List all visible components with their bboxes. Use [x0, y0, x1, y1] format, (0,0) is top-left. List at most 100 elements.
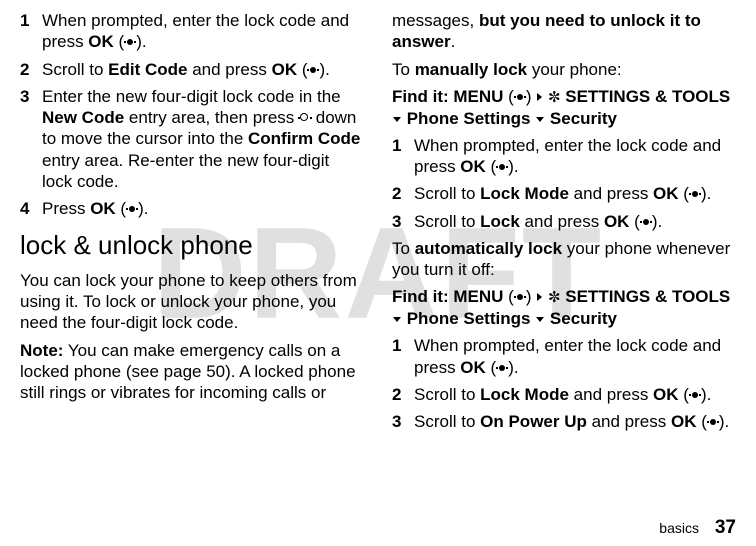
lock-mode-label: Lock Mode: [480, 184, 569, 203]
text: Scroll to: [414, 412, 480, 431]
step-text: Scroll to Edit Code and press OK ().: [42, 59, 364, 80]
phone-settings-label: Phone Settings: [402, 309, 535, 328]
paragraph: To manually lock your phone:: [392, 59, 736, 80]
paren: (: [503, 87, 513, 106]
new-code-label: New Code: [42, 108, 124, 127]
paren: ).: [508, 157, 518, 176]
step-3: 3 Enter the new four-digit lock code in …: [20, 86, 364, 192]
arrow-down-icon: [536, 317, 544, 322]
step-number: 1: [392, 135, 414, 178]
ok-label: OK: [671, 412, 697, 431]
ok-label: OK: [460, 358, 486, 377]
paren: (: [114, 32, 124, 51]
step-number: 3: [392, 211, 414, 232]
step-1: 1 When prompted, enter the lock code and…: [392, 335, 736, 378]
text: Scroll to: [42, 60, 108, 79]
center-key-icon: [496, 161, 508, 173]
text: .: [451, 32, 456, 51]
paren: ).: [138, 199, 148, 218]
ok-label: OK: [460, 157, 486, 176]
step-text: Scroll to On Power Up and press OK ().: [414, 411, 736, 432]
center-key-icon: [496, 362, 508, 374]
page-footer: basics 37: [659, 516, 736, 540]
step-number: 1: [20, 10, 42, 53]
find-it-path: Find it: MENU () ✼ SETTINGS & TOOLS Phon…: [392, 286, 736, 329]
paren: (: [503, 287, 513, 306]
step-2: 2 Scroll to Lock Mode and press OK ().: [392, 384, 736, 405]
paren: (: [629, 212, 639, 231]
ok-label: OK: [272, 60, 298, 79]
bold-text: manually lock: [415, 60, 527, 79]
text: entry area. Re-enter the new four-digit …: [42, 151, 329, 191]
step-text: Scroll to Lock Mode and press OK ().: [414, 183, 736, 204]
step-number: 4: [20, 198, 42, 219]
paren: (: [696, 412, 706, 431]
center-key-icon: [689, 188, 701, 200]
security-label: Security: [545, 309, 617, 328]
lock-label: Lock: [480, 212, 520, 231]
text: your phone:: [527, 60, 622, 79]
text: Enter the new four-digit lock code in th…: [42, 87, 341, 106]
center-key-icon: [514, 91, 526, 103]
step-1: 1 When prompted, enter the lock code and…: [20, 10, 364, 53]
text: To: [392, 239, 415, 258]
paragraph: You can lock your phone to keep others f…: [20, 270, 364, 334]
step-3: 3 Scroll to On Power Up and press OK ().: [392, 411, 736, 432]
left-column: 1 When prompted, enter the lock code and…: [20, 10, 364, 438]
center-key-icon: [707, 416, 719, 428]
section-name: basics: [659, 520, 699, 536]
confirm-code-label: Confirm Code: [248, 129, 360, 148]
step-number: 3: [20, 86, 42, 192]
ok-label: OK: [90, 199, 116, 218]
step-number: 2: [20, 59, 42, 80]
note-label: Note:: [20, 341, 63, 360]
step-2: 2 Scroll to Lock Mode and press OK ().: [392, 183, 736, 204]
step-number: 2: [392, 183, 414, 204]
tools-icon: ✼: [548, 289, 561, 308]
paragraph: To automatically lock your phone wheneve…: [392, 238, 736, 281]
arrow-right-icon: [537, 293, 542, 301]
security-label: Security: [545, 109, 617, 128]
step-text: Scroll to Lock Mode and press OK ().: [414, 384, 736, 405]
step-number: 3: [392, 411, 414, 432]
paren: (: [116, 199, 126, 218]
text: and press: [569, 184, 653, 203]
text: Scroll to: [414, 184, 480, 203]
bold-text: automatically lock: [415, 239, 562, 258]
center-key-icon: [689, 389, 701, 401]
step-4: 4 Press OK ().: [20, 198, 364, 219]
text: and press: [187, 60, 271, 79]
text: entry area, then press: [124, 108, 299, 127]
center-key-icon: [640, 216, 652, 228]
paren: ).: [652, 212, 662, 231]
text: To: [392, 60, 415, 79]
paren: (: [486, 358, 496, 377]
step-1: 1 When prompted, enter the lock code and…: [392, 135, 736, 178]
step-text: When prompted, enter the lock code and p…: [414, 335, 736, 378]
step-text: Press OK ().: [42, 198, 364, 219]
lock-mode-label: Lock Mode: [480, 385, 569, 404]
step-text: When prompted, enter the lock code and p…: [414, 135, 736, 178]
text: Scroll to: [414, 212, 480, 231]
center-key-icon: [307, 64, 319, 76]
ok-label: OK: [604, 212, 630, 231]
text: and press: [569, 385, 653, 404]
arrow-down-icon: [536, 117, 544, 122]
step-text: Enter the new four-digit lock code in th…: [42, 86, 364, 192]
text: Scroll to: [414, 385, 480, 404]
paren: ).: [136, 32, 146, 51]
step-number: 1: [392, 335, 414, 378]
edit-code-label: Edit Code: [108, 60, 187, 79]
paren: ).: [701, 385, 711, 404]
paren: ).: [319, 60, 329, 79]
paren: ): [526, 287, 536, 306]
paren: (: [679, 184, 689, 203]
paren: (: [679, 385, 689, 404]
menu-label: MENU: [453, 87, 503, 106]
find-it-label: Find it:: [392, 87, 453, 106]
ok-label: OK: [653, 184, 679, 203]
paragraph: messages, but you need to unlock it to a…: [392, 10, 736, 53]
text: and press: [520, 212, 604, 231]
center-key-icon: [514, 291, 526, 303]
paren: ).: [701, 184, 711, 203]
